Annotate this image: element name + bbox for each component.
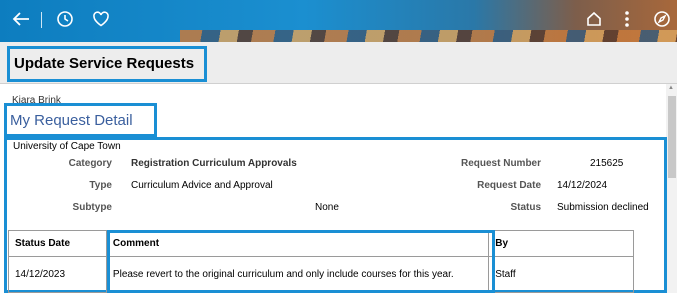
home-icon[interactable]	[581, 7, 607, 31]
header-divider	[41, 12, 42, 28]
request-date-value: 14/12/2024	[557, 180, 608, 191]
navigator-compass-icon[interactable]	[650, 7, 674, 31]
status-value: Submission declined	[557, 202, 649, 213]
column-header-comment: Comment	[105, 230, 490, 257]
type-label: Type	[89, 180, 112, 191]
more-options-icon[interactable]	[617, 7, 637, 31]
status-label: Status	[510, 202, 541, 213]
history-icon[interactable]	[52, 7, 78, 31]
subtype-value: None	[315, 202, 339, 213]
subtype-label: Subtype	[72, 202, 112, 213]
request-date-label: Request Date	[477, 180, 541, 191]
column-header-by: By	[488, 230, 634, 257]
institution-name: University of Cape Town	[13, 141, 121, 152]
status-date-cell: 14/12/2023	[8, 256, 107, 293]
by-cell: Staff	[488, 256, 634, 293]
table-header-row: Status Date Comment By	[8, 230, 634, 257]
category-value: Registration Curriculum Approvals	[131, 158, 297, 169]
status-history-table: Status Date Comment By 14/12/2023 Please…	[8, 230, 634, 293]
page-title: Update Service Requests	[14, 55, 195, 72]
scrollbar-thumb[interactable]	[668, 96, 676, 178]
request-number-value: 215625	[590, 158, 624, 169]
app-header	[0, 0, 677, 42]
user-name: Kiara Brink	[12, 95, 61, 106]
header-banner-art	[180, 30, 677, 42]
type-value: Curriculum Advice and Approval	[131, 180, 273, 191]
section-title: My Request Detail	[10, 112, 133, 129]
favorite-heart-icon[interactable]	[88, 7, 114, 31]
back-arrow-icon[interactable]	[8, 7, 34, 31]
category-label: Category	[68, 158, 112, 169]
page-title-bar: Update Service Requests	[0, 42, 677, 84]
scroll-up-arrow-icon[interactable]: ▲	[668, 85, 674, 91]
request-number-label: Request Number	[460, 158, 541, 169]
column-header-status-date: Status Date	[8, 230, 107, 257]
comment-cell: Please revert to the original curriculum…	[105, 256, 490, 293]
table-row: 14/12/2023 Please revert to the original…	[8, 256, 634, 293]
